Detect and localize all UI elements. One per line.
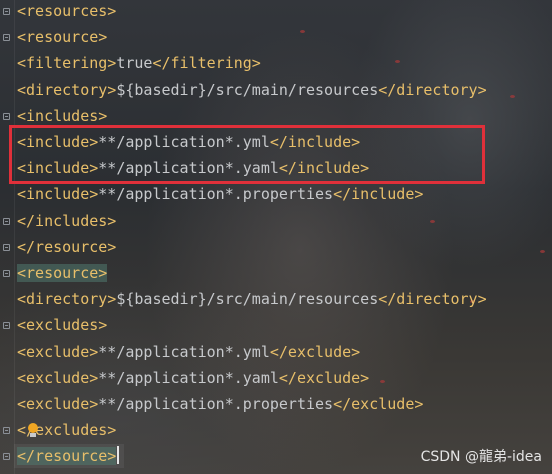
- code-line[interactable]: <include>**/application*.properties</inc…: [17, 183, 423, 205]
- code-line-open-tag: <directory>: [17, 80, 117, 99]
- code-line[interactable]: </includes>: [17, 210, 116, 232]
- code-line-open-tag: <exclude>: [17, 342, 99, 361]
- code-line-content: ${basedir}/src/main/resources: [116, 80, 379, 99]
- code-line-content: **/application*.yaml: [98, 368, 279, 387]
- code-line-close-tag: </filtering>: [152, 54, 261, 73]
- code-line-content: **/application*.properties: [98, 185, 334, 204]
- code-line[interactable]: <resources>: [17, 0, 116, 22]
- editor-gutter: [0, 0, 15, 474]
- watermark: CSDN @龍弟-idea: [420, 449, 542, 465]
- code-line[interactable]: </resource>: [17, 445, 120, 467]
- lightbulb-icon[interactable]: [27, 423, 39, 437]
- code-line-content: **/application*.yml: [98, 342, 270, 361]
- code-line-close-tag: </directory>: [378, 80, 487, 99]
- code-line[interactable]: <exclude>**/application*.yml</exclude>: [17, 341, 360, 363]
- fold-marker-icon[interactable]: [3, 453, 10, 461]
- code-line[interactable]: <excludes>: [17, 314, 107, 336]
- code-line-open-tag: <exclude>: [17, 395, 99, 413]
- code-line-close-tag: </directory>: [378, 290, 487, 309]
- code-line-open-tag: <includes>: [17, 106, 108, 125]
- fold-marker-icon[interactable]: [3, 217, 10, 225]
- code-line-open-tag: <excludes>: [17, 316, 108, 335]
- code-line-close-tag: </exclude>: [278, 368, 370, 387]
- fold-marker-icon[interactable]: [3, 270, 10, 277]
- code-line[interactable]: <resource>: [17, 262, 108, 284]
- code-line[interactable]: <directory>${basedir}/src/main/resources…: [17, 79, 487, 101]
- fold-marker-icon[interactable]: [3, 322, 10, 330]
- code-line[interactable]: </resource>: [17, 236, 116, 258]
- red-highlight-box: [9, 125, 485, 184]
- code-line-close-tag: </exclude>: [333, 395, 424, 413]
- fold-marker-icon[interactable]: [3, 8, 10, 15]
- code-line-open-tag: </includes>: [17, 211, 117, 230]
- code-line-close-tag: </include>: [333, 185, 424, 204]
- code-line[interactable]: <exclude>**/application*.properties</exc…: [17, 393, 423, 415]
- fold-marker-icon[interactable]: [3, 112, 10, 120]
- code-line-content: ${basedir}/src/main/resources: [116, 290, 379, 309]
- code-line-open-tag: <filtering>: [17, 54, 117, 73]
- fold-marker-icon[interactable]: [3, 34, 10, 42]
- code-line-close-tag: </exclude>: [269, 342, 361, 361]
- code-line-content: **/application*.properties: [98, 395, 334, 413]
- code-line-open-tag: <resource>: [17, 264, 108, 282]
- code-line-content: true: [116, 54, 153, 73]
- code-line-open-tag: <resource>: [17, 28, 108, 47]
- code-line[interactable]: <directory>${basedir}/src/main/resources…: [17, 288, 487, 310]
- code-line-open-tag: <exclude>: [17, 368, 99, 387]
- code-line-open-tag: </resource>: [17, 447, 117, 466]
- fold-marker-icon[interactable]: [3, 243, 10, 251]
- code-line[interactable]: <includes>: [17, 105, 107, 127]
- code-line-open-tag: <directory>: [17, 290, 117, 309]
- fold-marker-icon[interactable]: [3, 427, 10, 435]
- code-line[interactable]: <filtering>true</filtering>: [17, 52, 261, 74]
- code-line[interactable]: <exclude>**/application*.yaml</exclude>: [17, 367, 369, 389]
- code-line-open-tag: <include>: [17, 185, 99, 204]
- code-line[interactable]: <resource>: [17, 26, 107, 48]
- code-line-open-tag: </resource>: [17, 237, 117, 256]
- text-caret: [117, 446, 120, 465]
- code-line-open-tag: <resources>: [17, 2, 117, 20]
